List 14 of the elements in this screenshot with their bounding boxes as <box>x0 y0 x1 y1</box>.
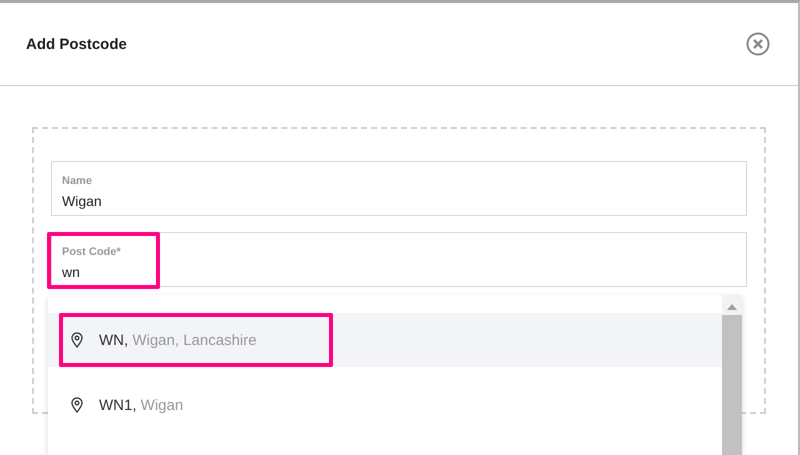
scrollbar[interactable] <box>722 295 742 455</box>
field-label: Post Code* <box>62 246 121 258</box>
location-pin-icon <box>71 332 83 348</box>
suggestion-item[interactable]: WN, Wigan, Lancashire <box>48 313 722 367</box>
field-value: Wigan <box>62 193 102 209</box>
field-label: Name <box>62 175 92 187</box>
close-icon[interactable] <box>746 32 770 56</box>
text-field[interactable]: Name Wigan <box>51 161 747 216</box>
field-value: wn <box>62 264 80 280</box>
text-field[interactable]: Post Code* wn <box>51 232 747 287</box>
location-pin-icon <box>71 397 83 413</box>
suggestion-item[interactable]: WN1, Wigan <box>48 378 722 432</box>
dialog-title: Add Postcode <box>26 36 127 52</box>
scroll-up-icon[interactable] <box>727 303 737 311</box>
